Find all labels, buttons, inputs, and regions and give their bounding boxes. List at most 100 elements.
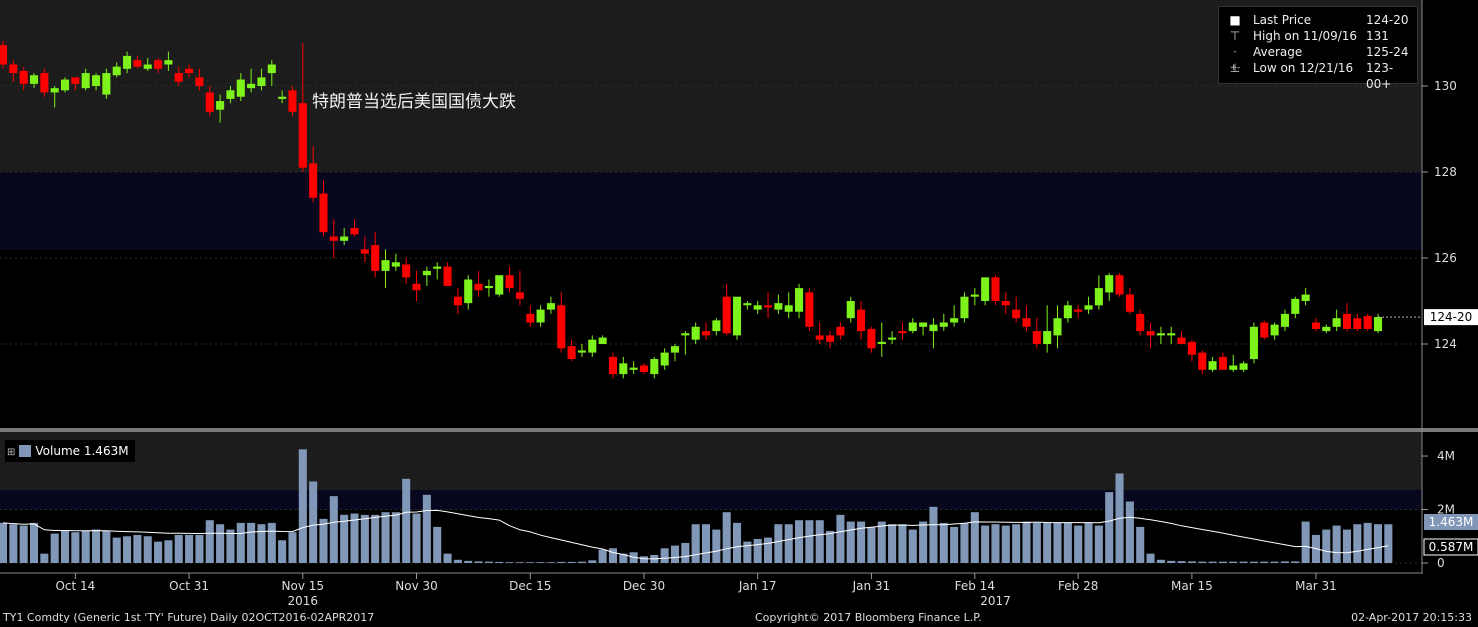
volume-bar bbox=[433, 526, 442, 563]
candle-body bbox=[1322, 326, 1331, 332]
candle-body bbox=[598, 337, 607, 344]
volume-tick-label: 4M bbox=[1437, 449, 1455, 463]
volume-bar bbox=[123, 536, 132, 563]
candle-body bbox=[1332, 318, 1341, 327]
legend-value: 124-20 bbox=[1366, 13, 1409, 27]
candle-body bbox=[557, 305, 566, 349]
date-tick-label: Nov 15 bbox=[282, 579, 325, 593]
candle-body bbox=[670, 346, 680, 353]
candle-body bbox=[857, 309, 866, 332]
volume-bar bbox=[474, 561, 483, 563]
legend-label: Average bbox=[1253, 45, 1303, 59]
candle-body bbox=[133, 60, 142, 67]
candle-body bbox=[732, 296, 742, 336]
year-label: 2017 bbox=[980, 594, 1011, 608]
candle-body bbox=[826, 335, 835, 342]
volume-bar bbox=[1291, 561, 1300, 563]
candle-body bbox=[1084, 305, 1093, 310]
volume-bar bbox=[257, 524, 266, 563]
price-tick-label: 128 bbox=[1434, 165, 1457, 179]
volume-bar bbox=[1229, 561, 1238, 563]
volume-bar bbox=[495, 561, 504, 563]
candle-body bbox=[764, 305, 773, 308]
candle-body bbox=[1218, 356, 1227, 370]
volume-bar bbox=[1249, 561, 1258, 563]
candle-body bbox=[629, 367, 638, 370]
volume-bar bbox=[29, 522, 39, 563]
candle-body bbox=[422, 270, 431, 276]
price-tick-label: 130 bbox=[1434, 79, 1457, 93]
volume-last-tag-text: 1.463M bbox=[1429, 515, 1474, 529]
volume-last-tag: 1.463M bbox=[1424, 514, 1478, 530]
volume-bar bbox=[102, 530, 111, 563]
candle-body bbox=[474, 283, 483, 291]
volume-bar bbox=[50, 533, 59, 563]
volume-bar bbox=[546, 562, 555, 563]
volume-bar bbox=[174, 534, 183, 563]
legend-label: High on 11/09/16 bbox=[1253, 29, 1358, 43]
volume-bar bbox=[40, 553, 49, 563]
candle-body bbox=[92, 75, 101, 86]
volume-legend[interactable]: ⊞ Volume 1.463M bbox=[5, 440, 135, 462]
volume-bar bbox=[660, 548, 669, 563]
candle-body bbox=[319, 193, 328, 233]
volume-bar bbox=[371, 514, 380, 563]
volume-bar bbox=[164, 540, 173, 563]
last-price-tag-text: 124-20 bbox=[1430, 310, 1473, 324]
candle-body bbox=[1053, 318, 1062, 336]
price-legend[interactable]: ■ Last Price 124-20 ⊤ High on 11/09/16 1… bbox=[1218, 6, 1418, 91]
panel-separator[interactable] bbox=[0, 428, 1478, 432]
expand-icon[interactable]: ⊞ bbox=[7, 447, 15, 458]
volume-bar bbox=[0, 522, 8, 563]
candle-body bbox=[546, 303, 555, 310]
date-tick-label: Oct 31 bbox=[169, 579, 209, 593]
legend-row-last-price[interactable]: ■ Last Price 124-20 bbox=[1219, 12, 1417, 28]
candle-body bbox=[1125, 294, 1134, 312]
volume-bar bbox=[815, 520, 824, 563]
legend-row-low[interactable]: ⊥ Low on 12/21/16 123-00+ bbox=[1219, 60, 1417, 91]
volume-bar bbox=[1239, 561, 1248, 563]
legend-row-high[interactable]: ⊤ High on 11/09/16 131 bbox=[1219, 28, 1417, 44]
volume-bar bbox=[1032, 522, 1041, 563]
candle-body bbox=[1156, 333, 1165, 336]
candle-body bbox=[1032, 331, 1041, 344]
volume-bar bbox=[505, 562, 514, 563]
volume-legend-label: Volume bbox=[35, 444, 81, 458]
candle-body bbox=[81, 73, 90, 89]
volume-bar bbox=[319, 518, 328, 563]
candle-body bbox=[1177, 337, 1186, 344]
volume-bar bbox=[9, 524, 18, 563]
volume-bar bbox=[1208, 561, 1217, 563]
volume-bar bbox=[991, 524, 1000, 563]
volume-bar bbox=[60, 530, 70, 563]
volume-bar bbox=[722, 512, 731, 563]
volume-bar bbox=[1125, 501, 1134, 563]
candle-body bbox=[1187, 341, 1196, 355]
candle-body bbox=[608, 356, 617, 375]
volume-bar bbox=[1322, 529, 1331, 563]
date-axis: Oct 14 Oct 31 Nov 15 Nov 30 Dec 15 Dec 30 Jan … bbox=[55, 573, 1337, 608]
volume-bar bbox=[1218, 561, 1227, 563]
high-marker-icon: ⊤ bbox=[1229, 29, 1241, 43]
candle-body bbox=[888, 337, 897, 340]
volume-bar bbox=[981, 525, 990, 563]
volume-bar bbox=[681, 542, 690, 563]
volume-bar bbox=[877, 521, 886, 563]
candle-body bbox=[1301, 294, 1310, 301]
candle-body bbox=[1363, 316, 1372, 329]
date-tick-label: Nov 30 bbox=[395, 579, 438, 593]
candle-body bbox=[19, 70, 28, 84]
legend-row-average[interactable]: -+- Average 125-24 bbox=[1219, 44, 1417, 73]
volume-bar bbox=[329, 496, 338, 563]
price-band-mid bbox=[0, 172, 1422, 250]
volume-bar bbox=[154, 541, 163, 563]
candle-body bbox=[981, 277, 990, 301]
volume-bar bbox=[1136, 526, 1145, 563]
volume-bar bbox=[701, 524, 711, 563]
volume-swatch-icon bbox=[19, 445, 32, 457]
volume-bar bbox=[19, 525, 28, 563]
volume-bar bbox=[381, 512, 390, 563]
volume-average-tag: 0.587M bbox=[1423, 538, 1478, 556]
candle-body bbox=[743, 303, 752, 306]
candle-body bbox=[1353, 318, 1362, 329]
